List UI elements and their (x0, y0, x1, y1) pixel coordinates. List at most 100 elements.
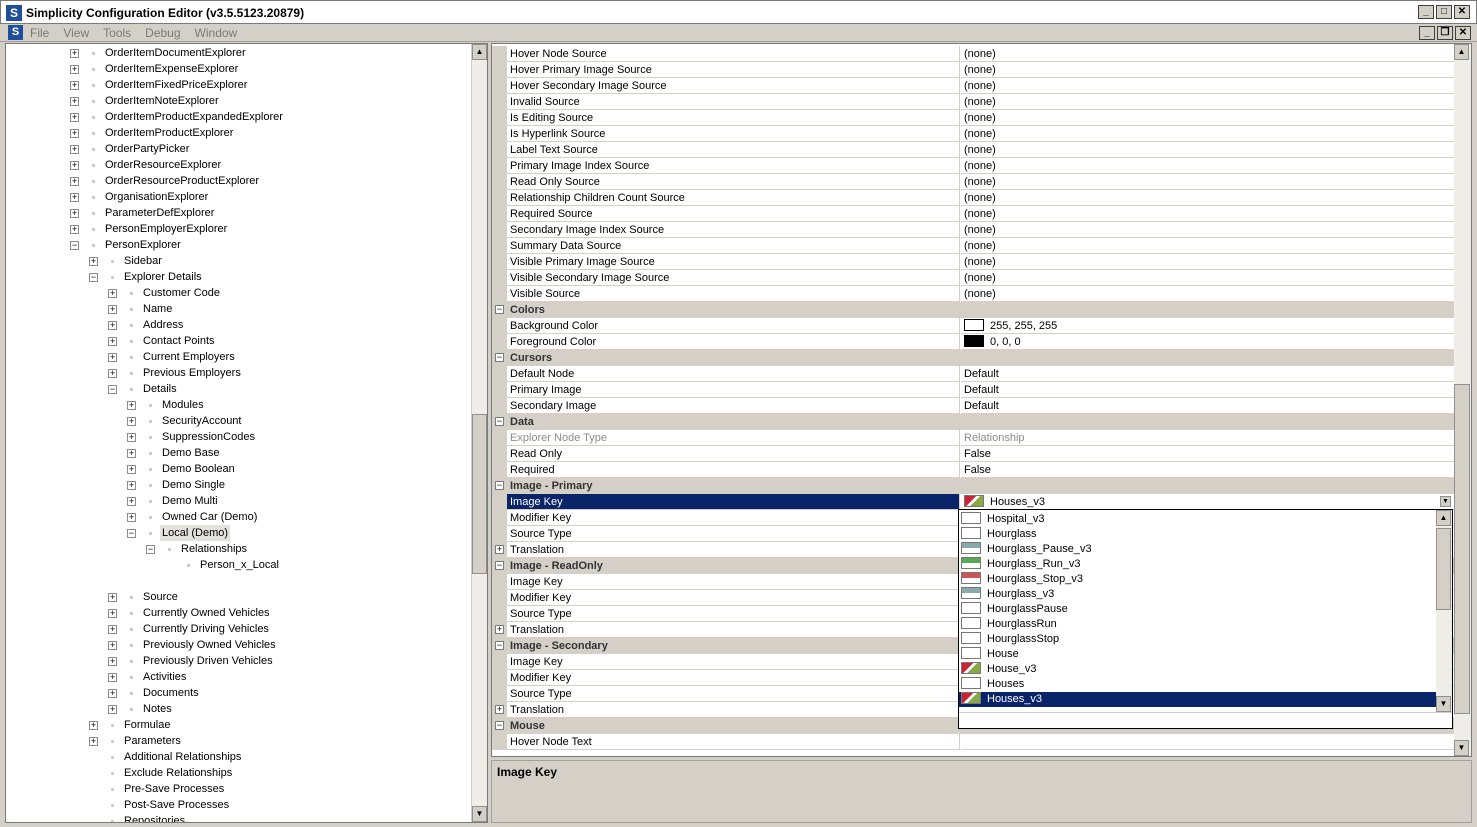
dropdown-option[interactable]: HourglassRun (959, 617, 1436, 632)
property-row[interactable]: Hover Node Text (492, 734, 1454, 750)
collapse-icon[interactable]: − (108, 385, 117, 394)
property-row[interactable]: Visible Source (none) (492, 286, 1454, 302)
expand-icon[interactable]: + (70, 97, 79, 106)
tree-node[interactable]: + SecurityAccount (6, 413, 471, 429)
collapse-icon[interactable]: − (495, 305, 504, 314)
expand-icon[interactable]: + (108, 705, 117, 714)
expand-icon[interactable]: + (70, 209, 79, 218)
collapse-icon[interactable]: − (495, 417, 504, 426)
minimize-button[interactable]: _ (1418, 5, 1434, 19)
collapse-icon[interactable]: − (495, 641, 504, 650)
tree-node[interactable]: + PersonEmployerExplorer (6, 221, 471, 237)
property-category[interactable]: − Colors (492, 302, 1454, 318)
property-row[interactable]: Read Only False (492, 446, 1454, 462)
property-value[interactable]: (none) (961, 238, 1454, 254)
expand-icon[interactable]: + (127, 401, 136, 410)
expand-icon[interactable]: + (108, 289, 117, 298)
expand-icon[interactable]: + (127, 497, 136, 506)
property-value[interactable]: (none) (961, 158, 1454, 174)
property-row[interactable]: Read Only Source (none) (492, 174, 1454, 190)
tree-node[interactable]: + Currently Driving Vehicles (6, 621, 471, 637)
property-value[interactable]: (none) (961, 222, 1454, 238)
dropdown-option[interactable]: Hourglass (959, 527, 1436, 542)
tree-node[interactable]: − Details (6, 381, 471, 397)
collapse-icon[interactable]: − (146, 545, 155, 554)
dropdown-option[interactable]: Hourglass_v3 (959, 587, 1436, 602)
menu-file[interactable]: File (30, 26, 49, 40)
property-row[interactable]: Primary Image Index Source (none) (492, 158, 1454, 174)
collapse-icon[interactable]: − (127, 529, 136, 538)
tree-node[interactable]: + OrderItemExpenseExplorer (6, 61, 471, 77)
expand-icon[interactable]: + (108, 657, 117, 666)
dropdown-option[interactable]: Houses_v3 (959, 692, 1436, 707)
tree-node[interactable]: + Current Employers (6, 349, 471, 365)
expand-icon[interactable]: + (127, 481, 136, 490)
tree-node[interactable]: + Demo Single (6, 477, 471, 493)
expand-icon[interactable]: + (108, 305, 117, 314)
expand-icon[interactable]: + (108, 673, 117, 682)
tree-node[interactable]: + Demo Base (6, 445, 471, 461)
expand-icon[interactable]: + (108, 641, 117, 650)
property-value[interactable]: (none) (961, 286, 1454, 302)
expand-icon[interactable]: + (127, 417, 136, 426)
expand-icon[interactable]: + (108, 369, 117, 378)
tree-node[interactable] (6, 573, 471, 589)
property-row[interactable]: Required Source (none) (492, 206, 1454, 222)
property-value[interactable]: 255, 255, 255 (961, 318, 1454, 334)
tree-node[interactable]: + Address (6, 317, 471, 333)
tree-node[interactable]: + Currently Owned Vehicles (6, 605, 471, 621)
tree-node[interactable]: − Relationships (6, 541, 471, 557)
dropdown-option[interactable]: HourglassPause (959, 602, 1436, 617)
dropdown-option[interactable]: Hourglass_Run_v3 (959, 557, 1436, 572)
resize-grip[interactable] (959, 712, 1452, 728)
tree-node[interactable]: + Previous Employers (6, 365, 471, 381)
expand-icon[interactable]: + (108, 337, 117, 346)
dropdown-scroll-thumb[interactable] (1436, 528, 1451, 610)
tree-node[interactable]: + OrderPartyPicker (6, 141, 471, 157)
expand-icon[interactable]: + (70, 81, 79, 90)
tree-node[interactable]: + Parameters (6, 733, 471, 749)
tree-node[interactable]: + Notes (6, 701, 471, 717)
property-row[interactable]: Hover Node Source (none) (492, 46, 1454, 62)
property-value[interactable]: False (961, 446, 1454, 462)
property-row[interactable]: Explorer Node Type Relationship (492, 430, 1454, 446)
expand-icon[interactable]: + (89, 721, 98, 730)
expand-icon[interactable]: + (70, 113, 79, 122)
mdi-close-button[interactable]: ✕ (1455, 26, 1471, 40)
property-row[interactable]: Default Node Default (492, 366, 1454, 382)
tree-node[interactable]: + Documents (6, 685, 471, 701)
grid-scrollbar[interactable]: ▲ ▼ (1454, 44, 1471, 756)
property-value[interactable]: (none) (961, 126, 1454, 142)
collapse-icon[interactable]: − (495, 721, 504, 730)
property-value[interactable]: (none) (961, 190, 1454, 206)
tree-node[interactable]: + OrderItemNoteExplorer (6, 93, 471, 109)
expand-icon[interactable]: + (495, 545, 504, 554)
property-row[interactable]: Image Key Houses_v3 ▼ (492, 494, 1454, 510)
tree-node[interactable]: Person_x_Local (6, 557, 471, 573)
property-value[interactable]: (none) (961, 142, 1454, 158)
menu-debug[interactable]: Debug (145, 26, 180, 40)
tree-node[interactable]: + OrderItemProductExplorer (6, 125, 471, 141)
expand-icon[interactable]: + (108, 625, 117, 634)
collapse-icon[interactable]: − (495, 353, 504, 362)
tree-node[interactable]: + Sidebar (6, 253, 471, 269)
tree-node[interactable]: + OrderResourceExplorer (6, 157, 471, 173)
tree-node[interactable]: + OrderItemFixedPriceExplorer (6, 77, 471, 93)
expand-icon[interactable]: + (70, 193, 79, 202)
property-row[interactable]: Is Hyperlink Source (none) (492, 126, 1454, 142)
expand-icon[interactable]: + (127, 513, 136, 522)
property-category[interactable]: − Data (492, 414, 1454, 430)
property-row[interactable]: Secondary Image Default (492, 398, 1454, 414)
collapse-icon[interactable]: − (495, 561, 504, 570)
property-row[interactable]: Is Editing Source (none) (492, 110, 1454, 126)
expand-icon[interactable]: + (70, 145, 79, 154)
property-row[interactable]: Required False (492, 462, 1454, 478)
mdi-restore-button[interactable]: ❐ (1437, 26, 1453, 40)
expand-icon[interactable]: + (89, 257, 98, 266)
tree-scrollbar[interactable]: ▲ ▼ (471, 44, 487, 822)
property-row[interactable]: Visible Primary Image Source (none) (492, 254, 1454, 270)
maximize-button[interactable]: □ (1436, 5, 1452, 19)
dropdown-scroll-up-button[interactable]: ▲ (1436, 510, 1451, 526)
property-value[interactable]: (none) (961, 110, 1454, 126)
expand-icon[interactable]: + (108, 593, 117, 602)
